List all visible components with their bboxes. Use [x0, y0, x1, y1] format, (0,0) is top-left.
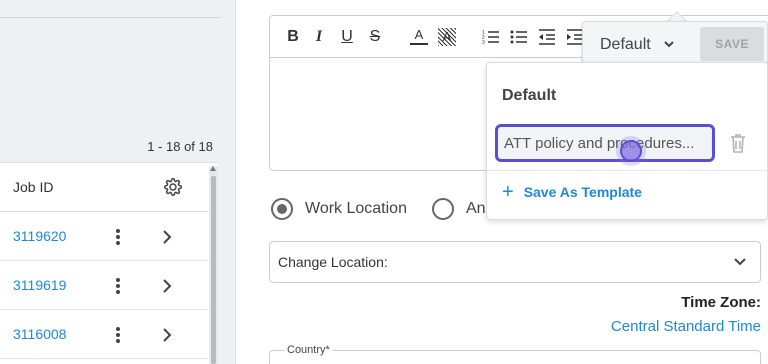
save-button[interactable]: SAVE [700, 27, 764, 61]
radio-checked-icon[interactable] [271, 198, 293, 220]
chevron-right-icon[interactable] [160, 228, 174, 246]
divider [0, 17, 220, 18]
table-header: Job ID [0, 163, 218, 212]
chevron-down-icon[interactable] [663, 39, 675, 49]
chevron-right-icon[interactable] [160, 277, 174, 295]
scrollbar-thumb[interactable] [211, 176, 216, 364]
table-scrollbar[interactable] [209, 166, 218, 364]
template-select[interactable]: Default SAVE [582, 21, 768, 66]
column-header-job-id: Job ID [13, 179, 54, 195]
bold-icon[interactable]: B [284, 28, 302, 46]
table-row[interactable]: 3116008 [0, 310, 218, 359]
underline-icon[interactable]: U [338, 28, 356, 46]
job-id-link[interactable]: 3119619 [13, 277, 66, 293]
dropdown-title: Default [502, 87, 557, 104]
table-row[interactable]: 3119619 [0, 261, 218, 310]
save-as-template-label: Save As Template [523, 184, 642, 200]
more-vert-icon[interactable] [112, 326, 124, 344]
radio-work-location[interactable]: Work Location [271, 198, 407, 220]
radio-other-location[interactable]: An [432, 198, 486, 220]
time-zone-value[interactable]: Central Standard Time [611, 318, 761, 335]
job-list-panel: 1 - 18 of 18 Job ID 3119620 3119619 3116… [0, 0, 236, 364]
plus-icon: + [502, 181, 514, 203]
more-vert-icon[interactable] [112, 228, 124, 246]
chevron-down-icon[interactable] [733, 257, 747, 267]
country-label: Country* [284, 344, 333, 356]
radio-label: An [466, 200, 486, 217]
radio-unchecked-icon[interactable] [432, 198, 454, 220]
trash-icon[interactable] [728, 132, 748, 154]
svg-text:3: 3 [482, 40, 485, 46]
chevron-right-icon[interactable] [160, 326, 174, 344]
table-row[interactable]: 3119620 [0, 212, 218, 261]
change-location-label: Change Location: [278, 254, 388, 270]
change-location-select[interactable]: Change Location: [269, 241, 761, 283]
template-dropdown: Default + Save As Template [486, 62, 768, 220]
job-table: Job ID 3119620 3119619 3116008 [0, 162, 218, 364]
divider [487, 170, 768, 171]
outdent-icon[interactable] [538, 28, 556, 46]
template-select-value[interactable]: Default [600, 36, 651, 54]
scroll-up-arrow-icon[interactable] [210, 166, 216, 171]
job-id-link[interactable]: 3116008 [13, 326, 66, 342]
ordered-list-icon[interactable]: 123 [482, 28, 500, 46]
save-as-template-button[interactable]: + Save As Template [502, 181, 642, 203]
country-field[interactable]: Country* [269, 344, 761, 364]
gear-icon[interactable] [164, 178, 182, 196]
job-id-link[interactable]: 3119620 [13, 228, 66, 244]
more-vert-icon[interactable] [112, 277, 124, 295]
highlight-icon[interactable]: A [438, 28, 456, 46]
strikethrough-icon[interactable]: S [366, 28, 384, 46]
font-color-icon[interactable]: A [410, 28, 428, 45]
time-zone-label: Time Zone: [681, 294, 761, 311]
bullet-list-icon[interactable] [510, 28, 528, 46]
radio-label: Work Location [305, 200, 407, 217]
click-indicator [620, 140, 642, 162]
pager-text: 1 - 18 of 18 [147, 139, 213, 154]
italic-icon[interactable]: I [310, 28, 328, 46]
template-name-input[interactable] [495, 124, 715, 162]
